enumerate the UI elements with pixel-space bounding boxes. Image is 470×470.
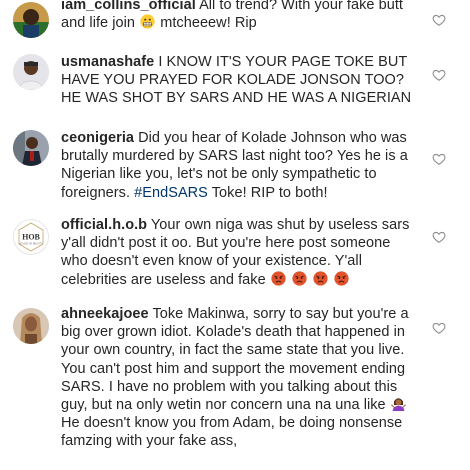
woman-shrugging-emoji xyxy=(390,398,406,412)
angry-face-emoji xyxy=(334,270,349,286)
username[interactable]: official.h.o.b xyxy=(61,218,147,233)
avatar[interactable] xyxy=(13,2,49,38)
username[interactable]: ceonigeria xyxy=(61,130,134,146)
avatar[interactable] xyxy=(13,130,49,166)
grimacing-face-emoji xyxy=(140,14,155,29)
username[interactable]: usmanashafe xyxy=(61,54,154,70)
heart-outline-icon[interactable] xyxy=(432,13,446,27)
avatar[interactable] xyxy=(13,308,49,344)
avatar[interactable] xyxy=(13,54,49,90)
angry-emoji-row xyxy=(270,270,350,288)
comment-5: ahneekajoee Toke Makinwa, sorry to say b… xyxy=(0,302,470,470)
comment-text: usmanashafe I KNOW IT'S YOUR PAGE TOKE B… xyxy=(61,53,417,108)
comment-body: Toke Makinwa, sorry to say but you're a … xyxy=(61,306,409,414)
heart-outline-icon[interactable] xyxy=(432,68,446,82)
heart-outline-icon[interactable] xyxy=(432,321,446,335)
hashtag-link[interactable]: #EndSARS xyxy=(134,185,208,201)
comment-text: ceonigeria Did you hear of Kolade Johnso… xyxy=(61,129,417,202)
angry-face-emoji xyxy=(313,270,328,286)
comment-body-end: Toke! RIP to both! xyxy=(211,184,328,201)
comment-2: usmanashafe I KNOW IT'S YOUR PAGE TOKE B… xyxy=(0,50,470,130)
comment-body-end: He doesn't know you from Adam, be doing … xyxy=(61,415,403,450)
comment-text: ahneekajoee Toke Makinwa, sorry to say b… xyxy=(61,305,417,451)
comment-3: ceonigeria Did you hear of Kolade Johnso… xyxy=(0,130,470,222)
username[interactable]: ahneekajoee xyxy=(61,306,149,322)
comment-text: iam_collins_official All to trend? With … xyxy=(61,0,417,32)
heart-outline-icon[interactable] xyxy=(432,230,446,244)
hidden-comment-fragment: ​ xyxy=(61,40,391,50)
comment-body-end: mtcheeew! Rip xyxy=(160,15,257,32)
comment-text: official.h.o.b Your own niga was shut by… xyxy=(61,218,417,289)
angry-face-emoji xyxy=(271,270,286,286)
username[interactable]: iam_collins_official xyxy=(61,0,196,13)
angry-face-emoji xyxy=(292,270,307,286)
heart-outline-icon[interactable] xyxy=(432,152,446,166)
comment-4: HOB HOUSE OF BEAUTY official.h.o.b Your … xyxy=(0,218,470,302)
